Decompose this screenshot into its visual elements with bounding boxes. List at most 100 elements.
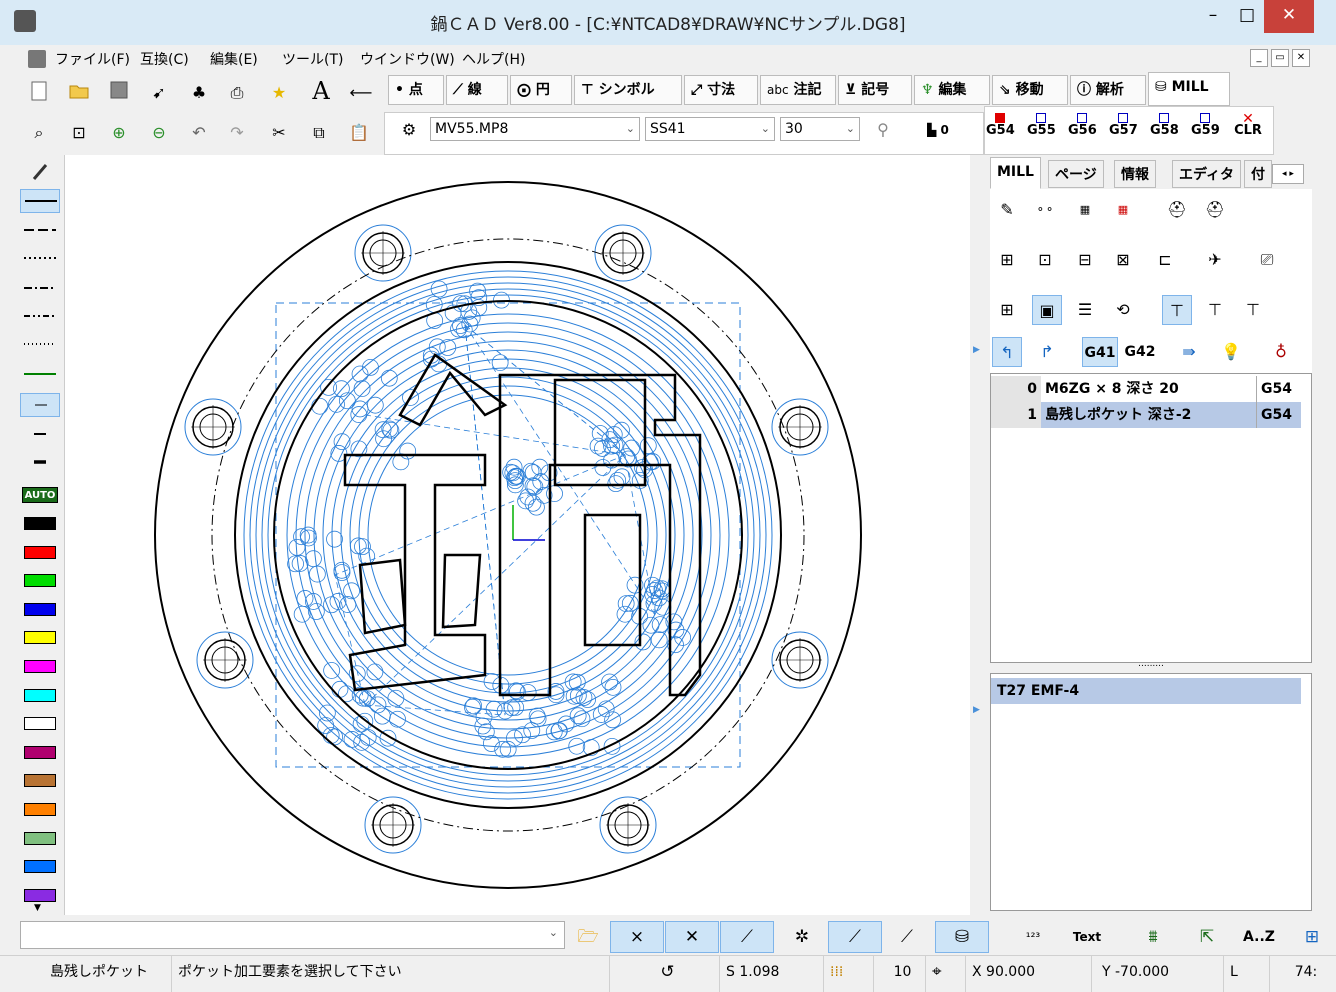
pocket-icon[interactable]: ⊞ <box>992 245 1022 275</box>
layer-down-icon[interactable]: ⩩ <box>1126 921 1180 953</box>
color-swatch[interactable] <box>24 545 56 559</box>
menu-window[interactable]: ウインドウ(W) <box>360 49 455 69</box>
arrow-left-icon[interactable]: ⟵ <box>348 80 374 106</box>
mdi-restore-button[interactable]: ▭ <box>1271 49 1289 67</box>
cmd-dimension-button[interactable]: ⤢ 寸法 <box>684 75 758 105</box>
mdi-minimize-button[interactable]: _ <box>1250 49 1268 67</box>
cmd-line-button[interactable]: ⟋ 線 <box>446 75 508 105</box>
open-folder-icon[interactable] <box>66 80 92 106</box>
feed-icon[interactable]: ⇛ <box>1174 337 1204 367</box>
cmd-move-button[interactable]: ⇘ 移動 <box>992 75 1068 105</box>
refresh-icon[interactable]: ↺ <box>610 956 720 992</box>
helmet-2-icon[interactable]: ⛑ <box>1200 195 1230 225</box>
text-snap-icon[interactable]: Text <box>1060 921 1114 953</box>
cut-icon[interactable]: ✂ <box>266 120 292 146</box>
depth-3-icon[interactable]: ⊤ <box>1238 295 1268 325</box>
cmd-mill-tab[interactable]: ⛁ MILL <box>1148 72 1230 106</box>
line-solid-style[interactable] <box>20 189 60 213</box>
mdi-close-button[interactable]: ✕ <box>1292 49 1310 67</box>
snap-tangent-icon[interactable]: ⟋ <box>828 921 882 953</box>
g42-button[interactable]: G42 <box>1122 337 1158 367</box>
zero-z-button[interactable]: ▙ 0 <box>918 117 958 143</box>
depth-icon[interactable]: ⊤ <box>1162 295 1192 325</box>
color-swatch[interactable] <box>24 860 56 874</box>
comp-right-icon[interactable]: ↱ <box>1032 337 1062 367</box>
line-dashed-style[interactable] <box>20 219 60 243</box>
numbering-icon[interactable]: ¹²³ <box>1006 921 1060 953</box>
list-divider[interactable]: ......... <box>990 660 1312 671</box>
cmd-symbol-button[interactable]: ⊤ シンボル <box>574 75 682 105</box>
tab-info[interactable]: 情報 <box>1114 160 1156 188</box>
close-button[interactable]: ✕ <box>1264 0 1314 33</box>
drawing-canvas[interactable] <box>64 155 970 915</box>
save-icon[interactable] <box>106 80 132 106</box>
g55-button[interactable]: G55 <box>1027 113 1056 137</box>
line-dotted-style[interactable] <box>20 247 60 271</box>
list-item[interactable]: 0 M6ZG × 8 深さ 20 G54 <box>991 376 1301 402</box>
line-dashdot2-style[interactable] <box>20 305 60 329</box>
g4142-left-icon[interactable]: ⊟ <box>1070 245 1100 275</box>
command-input[interactable]: ⌄ <box>20 921 565 949</box>
import-icon[interactable]: ➹ <box>146 80 172 106</box>
g4142-right-icon[interactable]: ⊠ <box>1108 245 1138 275</box>
pin-icon[interactable]: ♁ <box>1266 337 1296 367</box>
grid-icon[interactable]: ⁞⁞⁞ <box>824 956 874 992</box>
eyedropper-icon[interactable] <box>20 159 60 183</box>
line-width-medium[interactable] <box>20 423 60 447</box>
step-icon[interactable]: ⊏ <box>1150 245 1180 275</box>
tool-set-icon[interactable]: ✎ <box>992 195 1022 225</box>
color-swatch[interactable] <box>24 602 56 616</box>
value-select[interactable]: 30 ⌄ <box>780 117 860 141</box>
menu-edit[interactable]: 編集(E) <box>210 49 258 69</box>
line-width-thick[interactable] <box>20 451 60 475</box>
color-swatch[interactable] <box>24 803 56 816</box>
tab-editor[interactable]: エディタ <box>1172 160 1242 188</box>
g54-button[interactable]: G54 <box>986 113 1015 137</box>
helmet-icon[interactable]: ⛑ <box>1162 195 1192 225</box>
menu-tools[interactable]: ツール(T) <box>282 49 343 69</box>
copy-icon[interactable]: ⧉ <box>306 120 332 146</box>
color-swatch[interactable] <box>24 717 56 731</box>
monitor-icon[interactable]: ⎚ <box>1252 245 1282 275</box>
color-swatch[interactable] <box>24 774 56 788</box>
tool-item[interactable]: T27 EMF-4 <box>991 678 1301 704</box>
sort-az-button[interactable]: A..Z <box>1232 921 1286 953</box>
menu-compat[interactable]: 互換(C) <box>140 49 189 69</box>
new-file-icon[interactable] <box>26 80 52 106</box>
cmd-analysis-button[interactable]: ⓘ 解析 <box>1070 75 1146 105</box>
auto-drill-icon[interactable]: ⚬⚬ <box>1030 195 1060 225</box>
list-item-selected[interactable]: 1 島残しポケット 深さ-2 G54 <box>991 402 1301 428</box>
cmd-note-button[interactable]: abc 注記 <box>760 75 836 105</box>
tab-page[interactable]: ページ <box>1048 160 1104 188</box>
color-swatch[interactable] <box>24 574 56 588</box>
comp-left-icon[interactable]: ↰ <box>992 337 1022 367</box>
probe-icon[interactable]: ✈ <box>1200 245 1230 275</box>
g41-button[interactable]: G41 <box>1082 337 1118 367</box>
machine-select[interactable]: MV55.MP8 ⌄ <box>430 117 640 141</box>
g58-button[interactable]: G58 <box>1150 113 1179 137</box>
color-swatch[interactable] <box>24 888 56 902</box>
minimize-button[interactable]: – <box>1198 0 1228 33</box>
color-swatch[interactable] <box>24 745 56 759</box>
clr-button[interactable]: ✕ CLR <box>1234 112 1262 137</box>
zoom-window-icon[interactable]: ⌕ <box>26 120 52 146</box>
snap-intersect-icon[interactable]: ⨯ <box>610 921 664 953</box>
print-icon[interactable]: ⎙ <box>224 80 250 106</box>
splitter-arrow-icon[interactable]: ▶ <box>973 345 980 355</box>
tab-mill[interactable]: MILL <box>990 157 1041 189</box>
snap-cross-icon[interactable]: ✕ <box>665 921 719 953</box>
line-dot-fine-style[interactable] <box>20 333 60 357</box>
panel-splitter[interactable]: ▶ ▶ <box>970 155 986 915</box>
calc-icon[interactable]: ⊞ <box>1292 921 1332 953</box>
line-green-style[interactable] <box>20 363 60 387</box>
g59-button[interactable]: G59 <box>1191 113 1220 137</box>
menu-file[interactable]: ファイル(F) <box>55 49 130 69</box>
select-arrow-icon[interactable]: ⇱ <box>1180 921 1234 953</box>
redo-icon[interactable]: ↷ <box>224 120 250 146</box>
bulb-icon[interactable]: 💡 <box>1216 337 1246 367</box>
g57-button[interactable]: G57 <box>1109 113 1138 137</box>
snap-end-icon[interactable]: ⟋ <box>720 921 774 953</box>
undo-icon[interactable]: ↶ <box>186 120 212 146</box>
layer-icon[interactable]: ♣ <box>186 80 212 106</box>
maximize-button[interactable]: □ <box>1232 0 1262 33</box>
